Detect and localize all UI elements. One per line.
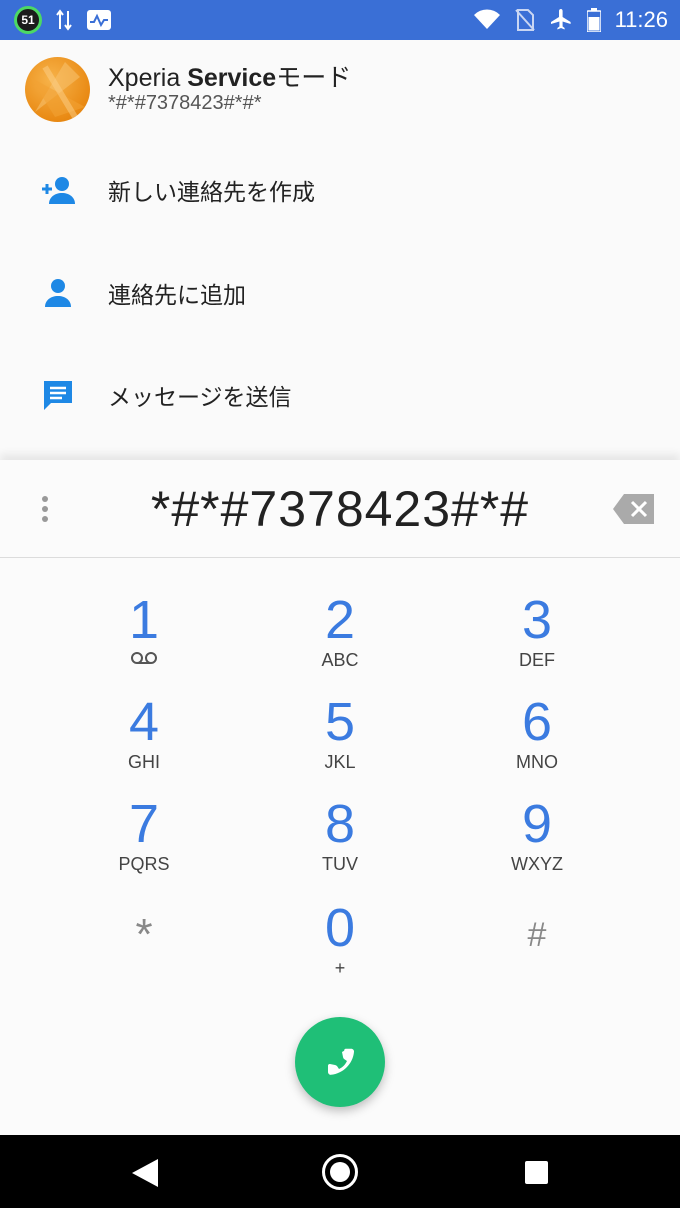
key-8[interactable]: 8 TUV: [260, 794, 420, 890]
key-4[interactable]: 4 GHI: [64, 692, 224, 788]
notification-count-badge: 51: [14, 6, 42, 34]
contact-name: Xperia Serviceモード: [108, 64, 352, 92]
back-icon[interactable]: [130, 1157, 160, 1189]
key-6[interactable]: 6 MNO: [457, 692, 617, 788]
send-message-action[interactable]: メッセージを送信: [0, 345, 680, 445]
navigation-bar: [0, 1135, 680, 1208]
dialpad-panel: *#*#7378423#*# 1 2 ABC 3 DEF 4 GHI 5 JKL…: [0, 460, 680, 1135]
call-button[interactable]: [295, 1017, 385, 1107]
home-icon[interactable]: [322, 1154, 358, 1190]
add-person-icon: [36, 168, 80, 212]
key-5[interactable]: 5 JKL: [260, 692, 420, 788]
add-to-contact-action[interactable]: 連絡先に追加: [0, 243, 680, 343]
activity-icon: [87, 10, 111, 30]
backspace-icon[interactable]: [612, 492, 656, 526]
key-3[interactable]: 3 DEF: [457, 590, 617, 686]
key-9[interactable]: 9 WXYZ: [457, 794, 617, 890]
contact-number: *#*#7378423#*#*: [108, 92, 262, 114]
key-0[interactable]: 0 +: [260, 898, 420, 994]
key-1[interactable]: 1: [64, 590, 224, 686]
contact-header[interactable]: Xperia Serviceモード *#*#7378423#*#*: [0, 40, 680, 140]
person-icon: [36, 271, 80, 315]
status-bar: 51 11:26: [0, 0, 680, 40]
overflow-menu-icon[interactable]: [38, 496, 52, 526]
phone-icon: [328, 1048, 355, 1075]
create-contact-label: 新しい連絡先を作成: [108, 180, 315, 206]
digits-row: *#*#7378423#*#: [0, 460, 680, 558]
airplane-icon: [550, 9, 571, 30]
avatar: [25, 57, 90, 122]
create-contact-action[interactable]: 新しい連絡先を作成: [0, 140, 680, 240]
key-hash[interactable]: #: [457, 900, 617, 996]
battery-icon: [586, 8, 601, 32]
clock: 11:26: [614, 7, 668, 32]
send-message-label: メッセージを送信: [108, 385, 292, 411]
no-sim-icon: [514, 9, 535, 31]
key-2[interactable]: 2 ABC: [260, 590, 420, 686]
key-star[interactable]: *: [64, 900, 224, 996]
add-to-contact-label: 連絡先に追加: [108, 283, 246, 309]
wifi-icon: [473, 9, 500, 29]
sim-signal-icon: [56, 9, 72, 31]
key-7[interactable]: 7 PQRS: [64, 794, 224, 890]
dialed-digits[interactable]: *#*#7378423#*#: [80, 480, 600, 538]
voicemail-icon: [64, 650, 224, 670]
message-icon: [36, 373, 80, 417]
recents-icon[interactable]: [525, 1161, 548, 1184]
